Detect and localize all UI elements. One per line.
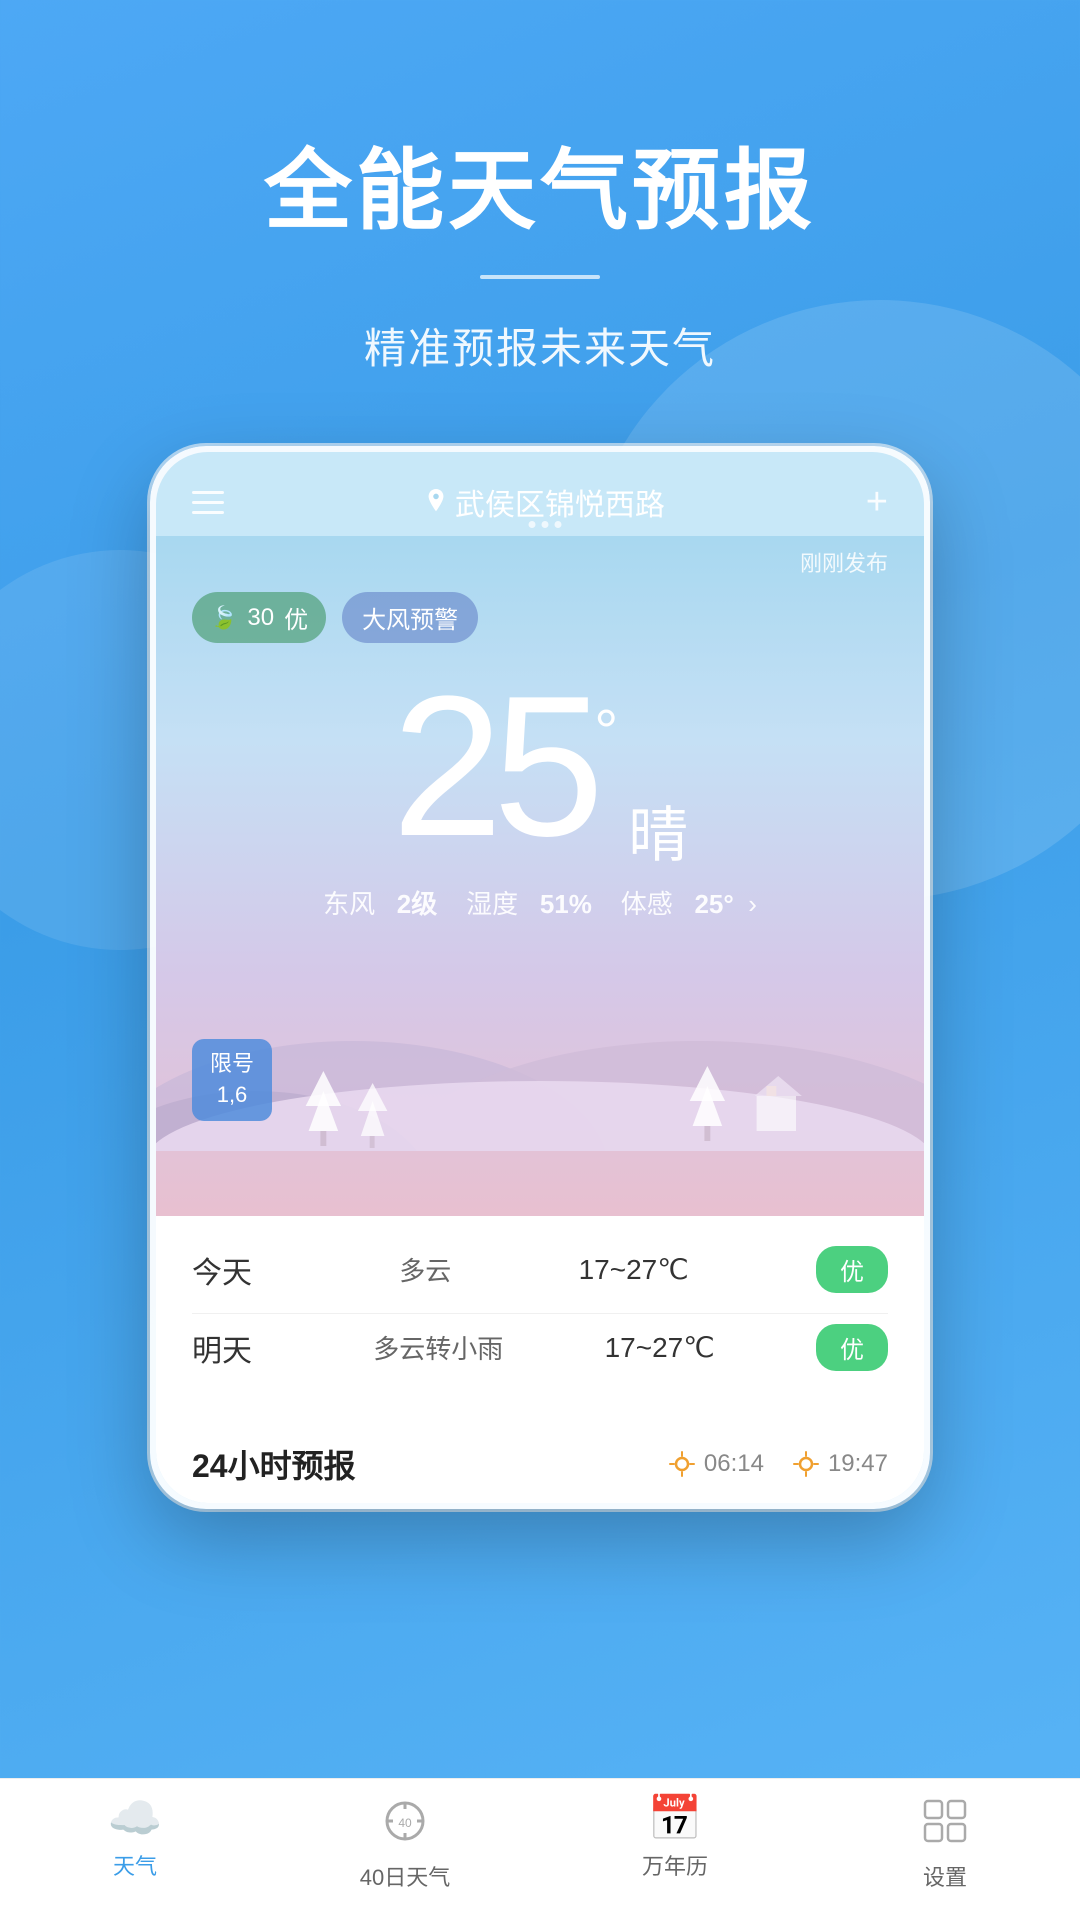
aqi-label: 优 <box>284 600 308 635</box>
today-temp: 17~27℃ <box>579 1253 689 1286</box>
weather-content: 刚刚发布 🍃 30 优 大风预警 25 ° 晴 <box>156 536 924 1216</box>
forecast24-title: 24小时预报 <box>192 1441 356 1487</box>
nav-calendar[interactable]: 📅 万年历 <box>615 1797 735 1892</box>
location-display[interactable]: 武侯区锦悦西路 <box>425 480 665 524</box>
sun-times: 06:14 19:47 <box>668 1450 888 1478</box>
40day-nav-icon: 40 <box>381 1797 429 1852</box>
calendar-nav-label: 万年历 <box>642 1849 708 1881</box>
aqi-value: 30 <box>247 604 274 632</box>
divider-line <box>480 275 600 279</box>
temperature-section: 25 ° 晴 <box>192 657 888 874</box>
svg-text:40: 40 <box>398 1816 412 1830</box>
nav-settings[interactable]: 设置 <box>885 1797 1005 1892</box>
wind-humidity-row[interactable]: 东风 2级 湿度 51% 体感 25° › <box>192 884 888 921</box>
settings-nav-icon <box>921 1797 969 1852</box>
aqi-row: 🍃 30 优 大风预警 <box>192 592 888 643</box>
landscape-illustration: 限号 1,6 <box>156 951 924 1151</box>
wind-direction: 东风 <box>323 889 375 919</box>
tomorrow-temp: 17~27℃ <box>605 1331 715 1364</box>
tomorrow-label: 明天 <box>192 1326 272 1370</box>
leaf-icon: 🍃 <box>210 605 237 631</box>
weather-description: 晴 <box>628 787 688 874</box>
forecast24-section: 24小时预报 06:14 <box>156 1415 924 1503</box>
weather-nav-icon: ☁️ <box>108 1797 163 1841</box>
bottom-nav: ☁️ 天气 40 40日天气 📅 万年历 设置 <box>0 1778 1080 1920</box>
sunset-value: 19:47 <box>828 1450 888 1478</box>
humidity-label: 湿度 <box>466 889 518 919</box>
license-line1: 限号 <box>210 1049 254 1080</box>
location-text: 武侯区锦悦西路 <box>455 480 665 524</box>
today-quality: 优 <box>816 1246 888 1293</box>
license-badge: 限号 1,6 <box>192 1039 272 1121</box>
phone-frame: 武侯区锦悦西路 + 刚刚发布 🍃 30 优 <box>150 446 930 1509</box>
wind-level: 2级 <box>397 889 437 919</box>
forecast-section: 今天 多云 17~27℃ 优 明天 多云转小雨 17~27℃ 优 <box>156 1216 924 1415</box>
today-label: 今天 <box>192 1248 272 1292</box>
nav-40day[interactable]: 40 40日天气 <box>345 1797 465 1892</box>
tomorrow-forecast-row: 明天 多云转小雨 17~27℃ 优 <box>192 1324 888 1371</box>
license-line2: 1,6 <box>210 1080 254 1111</box>
temperature-value: 25 <box>392 667 594 867</box>
aqi-badge: 🍃 30 优 <box>192 592 326 643</box>
today-forecast-row: 今天 多云 17~27℃ 优 <box>192 1246 888 1293</box>
humidity-value: 51% <box>540 889 592 919</box>
menu-icon[interactable] <box>192 491 224 514</box>
publish-time: 刚刚发布 <box>192 546 888 578</box>
weather-nav-label: 天气 <box>113 1849 157 1881</box>
calendar-nav-icon: 📅 <box>648 1797 703 1841</box>
sub-title: 精准预报未来天气 <box>0 315 1080 376</box>
nav-weather[interactable]: ☁️ 天气 <box>75 1797 195 1892</box>
settings-nav-label: 设置 <box>923 1860 967 1892</box>
40day-nav-label: 40日天气 <box>360 1860 450 1892</box>
phone-inner: 武侯区锦悦西路 + 刚刚发布 🍃 30 优 <box>156 452 924 1503</box>
sunrise-time: 06:14 <box>668 1450 764 1478</box>
phone-topbar: 武侯区锦悦西路 + <box>156 452 924 536</box>
tomorrow-quality: 优 <box>816 1324 888 1371</box>
wind-warning-badge[interactable]: 大风预警 <box>342 592 478 643</box>
feel-temp: 25° <box>694 889 733 919</box>
sunrise-value: 06:14 <box>704 1450 764 1478</box>
phone-mockup: 武侯区锦悦西路 + 刚刚发布 🍃 30 优 <box>150 446 930 1509</box>
temperature-unit: ° <box>594 697 618 766</box>
main-title: 全能天气预报 <box>0 120 1080 247</box>
feel-label: 体感 <box>621 889 673 919</box>
header-section: 全能天气预报 精准预报未来天气 <box>0 0 1080 376</box>
sunset-time: 19:47 <box>792 1450 888 1478</box>
today-condition: 多云 <box>399 1251 451 1288</box>
add-location-button[interactable]: + <box>866 481 888 524</box>
tomorrow-condition: 多云转小雨 <box>373 1329 503 1366</box>
